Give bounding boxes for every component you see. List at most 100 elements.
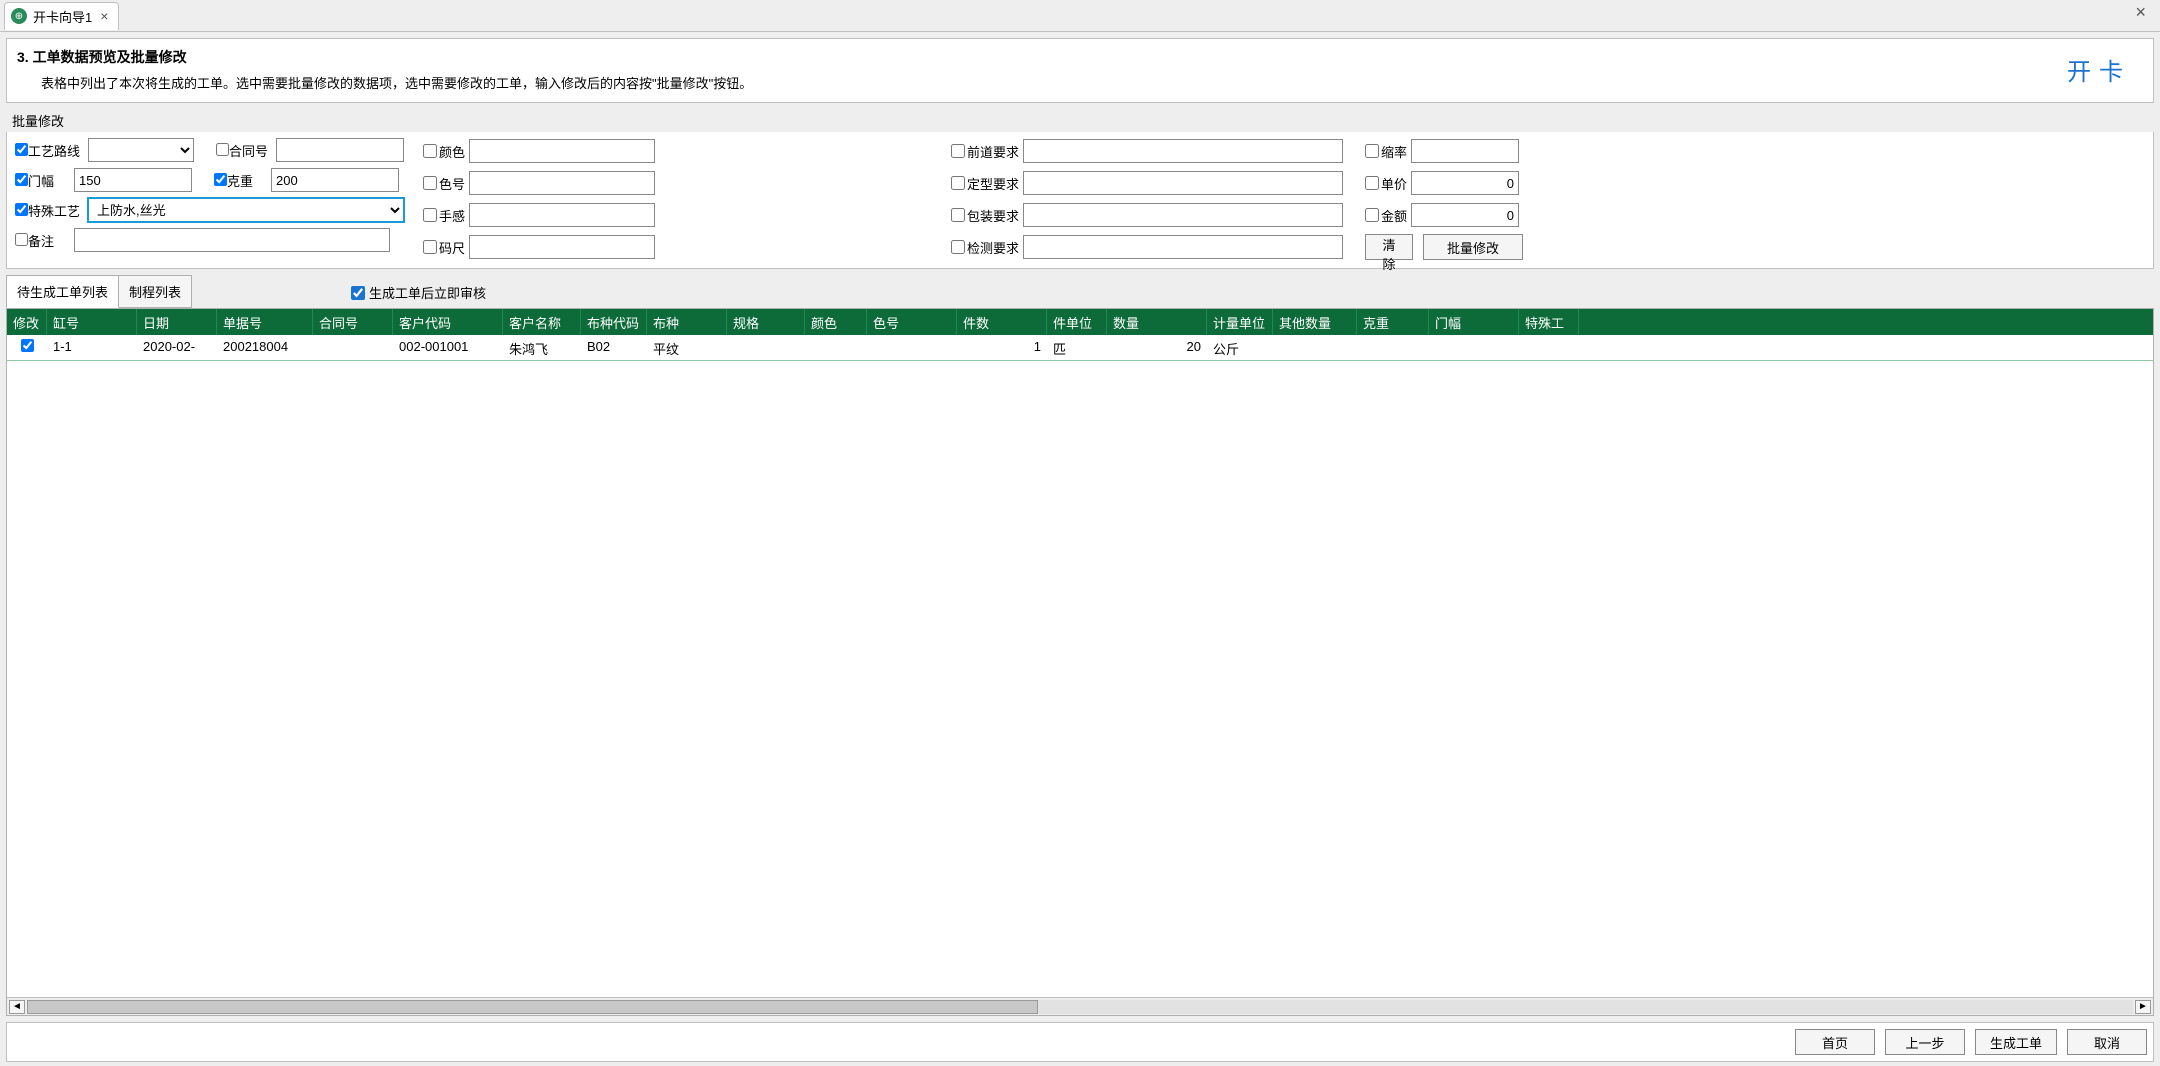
th-width[interactable]: 门幅 (1429, 309, 1519, 335)
scroll-right-icon[interactable]: ► (2135, 1000, 2151, 1014)
remark-input[interactable] (74, 228, 390, 252)
th-modify[interactable]: 修改 (7, 309, 47, 335)
process-route-select[interactable] (88, 138, 194, 162)
step-desc: 表格中列出了本次将生成的工单。选中需要批量修改的数据项，选中需要修改的工单，输入… (17, 73, 752, 92)
contract-no-input[interactable] (276, 138, 404, 162)
weight-check[interactable]: 克重 (214, 171, 253, 190)
th-piece-unit[interactable]: 件单位 (1047, 309, 1107, 335)
inspect-req-input[interactable] (1023, 235, 1343, 259)
th-weight[interactable]: 克重 (1357, 309, 1429, 335)
instruction-panel: 3. 工单数据预览及批量修改 表格中列出了本次将生成的工单。选中需要批量修改的数… (6, 38, 2154, 103)
color-check[interactable]: 颜色 (423, 142, 465, 161)
process-route-check[interactable]: 工艺路线 (15, 141, 80, 160)
globe-icon: ⊕ (11, 8, 27, 24)
instruction-text: 3. 工单数据预览及批量修改 表格中列出了本次将生成的工单。选中需要批量修改的数… (17, 47, 752, 92)
step-number: 3. (17, 49, 29, 65)
price-input[interactable] (1411, 171, 1519, 195)
ruler-check[interactable]: 码尺 (423, 238, 465, 257)
cell-doc-no: 200218004 (217, 335, 313, 360)
shrink-input[interactable] (1411, 139, 1519, 163)
color-no-check[interactable]: 色号 (423, 174, 465, 193)
shape-req-input[interactable] (1023, 171, 1343, 195)
price-check[interactable]: 单价 (1365, 174, 1407, 193)
tab-pending-orders[interactable]: 待生成工单列表 (6, 275, 119, 308)
th-other-qty[interactable]: 其他数量 (1273, 309, 1357, 335)
amount-check[interactable]: 金额 (1365, 206, 1407, 225)
clear-button[interactable]: 清除 (1365, 234, 1413, 260)
th-pieces[interactable]: 件数 (957, 309, 1047, 335)
cell-modify[interactable] (7, 335, 47, 360)
th-cust-code[interactable]: 客户代码 (393, 309, 503, 335)
scroll-track[interactable] (27, 1000, 2133, 1014)
cell-fabric: 平纹 (647, 335, 727, 360)
document-tab[interactable]: ⊕ 开卡向导1 × (4, 2, 119, 30)
pre-req-input[interactable] (1023, 139, 1343, 163)
batch-modify-button[interactable]: 批量修改 (1423, 234, 1523, 260)
th-fabric[interactable]: 布种 (647, 309, 727, 335)
th-contract[interactable]: 合同号 (313, 309, 393, 335)
cell-fabric-code: B02 (581, 335, 647, 360)
table-row[interactable]: 1-1 2020-02- 200218004 002-001001 朱鸿飞 B0… (7, 335, 2153, 361)
table-header: 修改 缸号 日期 单据号 合同号 客户代码 客户名称 布种代码 布种 规格 颜色… (7, 309, 2153, 335)
cell-vat-no: 1-1 (47, 335, 137, 360)
pack-req-input[interactable] (1023, 203, 1343, 227)
th-qty[interactable]: 数量 (1107, 309, 1207, 335)
sub-tab-row: 待生成工单列表 制程列表 生成工单后立即审核 (6, 275, 2154, 308)
batch-edit-section: 批量修改 工艺路线 合同号 门幅 克重 特殊工艺 上防水,丝光 备注 (6, 107, 2154, 275)
home-button[interactable]: 首页 (1795, 1029, 1875, 1055)
th-date[interactable]: 日期 (137, 309, 217, 335)
th-color-no[interactable]: 色号 (867, 309, 957, 335)
special-process-check[interactable]: 特殊工艺 (15, 201, 80, 220)
th-cust-name[interactable]: 客户名称 (503, 309, 581, 335)
cell-contract (313, 335, 393, 360)
amount-input[interactable] (1411, 203, 1519, 227)
th-special[interactable]: 特殊工 (1519, 309, 1579, 335)
tab-title: 开卡向导1 (33, 7, 92, 26)
width-input[interactable] (74, 168, 192, 192)
th-spec[interactable]: 规格 (727, 309, 805, 335)
tab-close-icon[interactable]: × (98, 8, 110, 24)
feel-check[interactable]: 手感 (423, 206, 465, 225)
th-vat-no[interactable]: 缸号 (47, 309, 137, 335)
th-doc-no[interactable]: 单据号 (217, 309, 313, 335)
tab-bar: ⊕ 开卡向导1 × × (0, 0, 2160, 32)
color-no-input[interactable] (469, 171, 655, 195)
ruler-input[interactable] (469, 235, 655, 259)
inspect-req-check[interactable]: 检测要求 (951, 238, 1019, 257)
generate-button[interactable]: 生成工单 (1975, 1029, 2057, 1055)
pack-req-check[interactable]: 包装要求 (951, 206, 1019, 225)
color-input[interactable] (469, 139, 655, 163)
width-check[interactable]: 门幅 (15, 171, 54, 190)
batch-fields: 工艺路线 合同号 门幅 克重 特殊工艺 上防水,丝光 备注 颜色 (7, 132, 2153, 268)
remark-check[interactable]: 备注 (15, 231, 54, 250)
window-close-icon[interactable]: × (2129, 2, 2152, 23)
horizontal-scrollbar[interactable]: ◄ ► (7, 997, 2153, 1015)
pre-req-check[interactable]: 前道要求 (951, 142, 1019, 161)
audit-immediately-check[interactable]: 生成工单后立即审核 (351, 283, 486, 308)
th-fabric-code[interactable]: 布种代码 (581, 309, 647, 335)
table-body: 1-1 2020-02- 200218004 002-001001 朱鸿飞 B0… (7, 335, 2153, 997)
shrink-check[interactable]: 缩率 (1365, 142, 1407, 161)
cancel-button[interactable]: 取消 (2067, 1029, 2147, 1055)
cell-cust-name: 朱鸿飞 (503, 335, 581, 360)
cell-weight (1357, 335, 1429, 360)
shape-req-check[interactable]: 定型要求 (951, 174, 1019, 193)
prev-button[interactable]: 上一步 (1885, 1029, 1965, 1055)
special-process-select[interactable]: 上防水,丝光 (88, 198, 404, 222)
tab-process-list[interactable]: 制程列表 (118, 275, 192, 308)
footer-bar: 首页 上一步 生成工单 取消 (6, 1022, 2154, 1062)
cell-other-qty (1273, 335, 1357, 360)
cell-unit: 公斤 (1207, 335, 1273, 360)
th-color[interactable]: 颜色 (805, 309, 867, 335)
contract-no-check[interactable]: 合同号 (216, 141, 268, 160)
cell-piece-unit: 匹 (1047, 335, 1107, 360)
scroll-thumb[interactable] (27, 1000, 1038, 1014)
th-unit[interactable]: 计量单位 (1207, 309, 1273, 335)
weight-input[interactable] (271, 168, 399, 192)
cell-pieces: 1 (957, 335, 1047, 360)
cell-qty: 20 (1107, 335, 1207, 360)
cell-cust-code: 002-001001 (393, 335, 503, 360)
cell-color-no (867, 335, 957, 360)
scroll-left-icon[interactable]: ◄ (9, 1000, 25, 1014)
feel-input[interactable] (469, 203, 655, 227)
